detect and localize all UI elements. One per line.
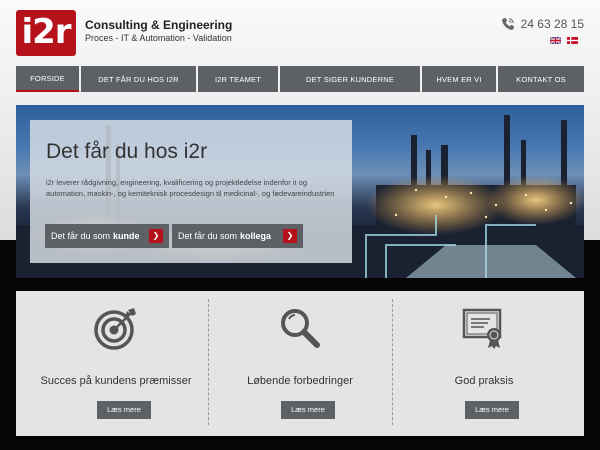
feature-card-succes: Succes på kundens præmisser Læs mere — [24, 291, 208, 436]
company-tagline: Proces - IT & Automation - Validation — [85, 33, 232, 43]
certificate-icon — [462, 308, 502, 349]
read-more-button[interactable]: Læs mere — [97, 401, 151, 419]
feature-title: Succes på kundens præmisser — [40, 375, 192, 387]
kunde-button[interactable]: Det får du som kunde ❯ — [45, 224, 169, 248]
kunde-button-prefix: Det får du som — [51, 231, 111, 241]
chevron-right-icon: ❯ — [283, 229, 297, 243]
read-more-button[interactable]: Læs mere — [465, 401, 519, 419]
kollega-button-bold: kollega — [240, 231, 272, 241]
kollega-button-prefix: Det får du som — [178, 231, 238, 241]
logo[interactable]: i2r — [16, 10, 76, 56]
hero-description: i2r leverer rådgivning, engineering, kva… — [46, 178, 335, 198]
feature-title: Løbende forbedringer — [247, 375, 353, 387]
phone-number: 24 63 28 15 — [520, 17, 584, 31]
feature-cards: Succes på kundens præmisser Læs mere Løb… — [16, 291, 584, 436]
nav-item-det-faar-du[interactable]: DET FÅR DU HOS I2R — [81, 66, 196, 92]
english-flag-icon[interactable] — [550, 37, 561, 44]
nav-item-teamet[interactable]: I2R TEAMET — [198, 66, 278, 92]
nav-item-kunderne[interactable]: DET SIGER KUNDERNE — [280, 66, 420, 92]
feature-card-god-praksis: God praksis Læs mere — [392, 291, 576, 436]
language-selector — [550, 37, 578, 44]
hero-title: Det får du hos i2r — [46, 140, 208, 163]
feature-card-forbedringer: Løbende forbedringer Læs mere — [208, 291, 392, 436]
danish-flag-icon[interactable] — [567, 37, 578, 44]
kunde-button-bold: kunde — [113, 231, 140, 241]
main-navigation: FORSIDE DET FÅR DU HOS I2R I2R TEAMET DE… — [16, 66, 584, 92]
chevron-right-icon: ❯ — [149, 229, 163, 243]
read-more-button[interactable]: Læs mere — [281, 401, 335, 419]
nav-item-hvem-er-vi[interactable]: HVEM ER VI — [422, 66, 496, 92]
magnifier-icon — [281, 309, 320, 348]
nav-item-kontakt[interactable]: KONTAKT OS — [498, 66, 584, 92]
feature-title: God praksis — [454, 375, 514, 387]
phone-icon — [501, 17, 514, 30]
target-icon — [94, 308, 136, 350]
company-name: Consulting & Engineering — [85, 18, 233, 32]
phone-contact[interactable]: 24 63 28 15 — [501, 17, 584, 31]
kollega-button[interactable]: Det får du som kollega ❯ — [172, 224, 303, 248]
nav-item-forside[interactable]: FORSIDE — [16, 66, 79, 92]
